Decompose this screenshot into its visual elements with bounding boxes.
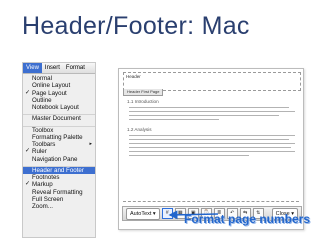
callout-label: Format page numbers [184,212,311,226]
callout-arrow-icon [168,210,219,220]
